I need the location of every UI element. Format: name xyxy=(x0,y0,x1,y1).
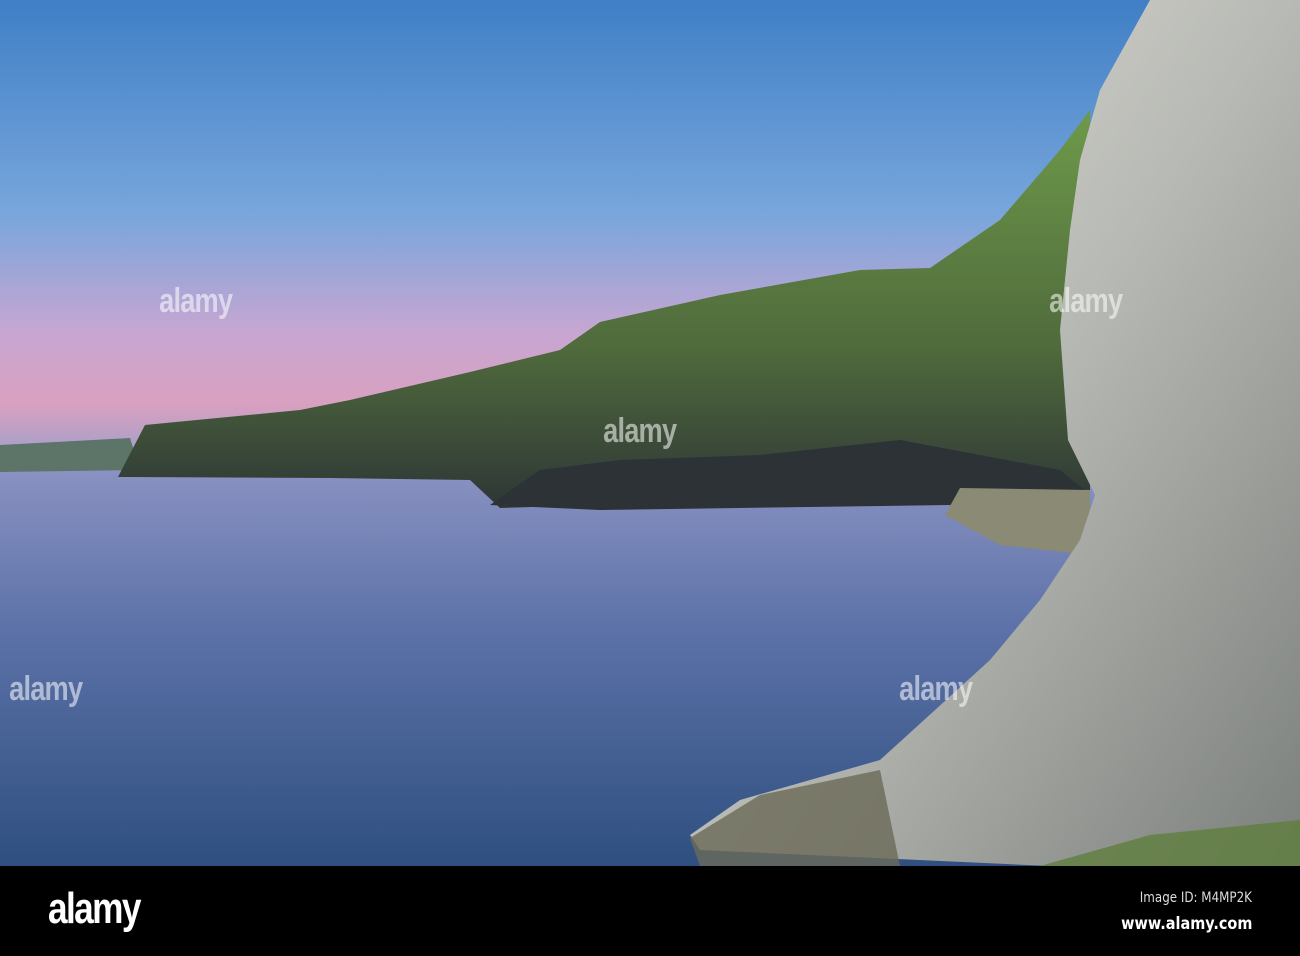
stock-photo-page: alamy alamy alamy alamy alamy alamy Imag… xyxy=(0,0,1300,956)
watermark: alamy xyxy=(899,670,973,708)
watermark: alamy xyxy=(159,282,233,320)
alamy-logo: alamy xyxy=(48,884,141,933)
watermark: alamy xyxy=(1049,282,1123,320)
watermark: alamy xyxy=(9,670,83,708)
website-link[interactable]: www.alamy.com xyxy=(1121,914,1252,934)
watermark: alamy xyxy=(603,412,677,450)
image-id: Image ID: M4MP2K xyxy=(1139,890,1252,906)
footer-bar: alamy Image ID: M4MP2K www.alamy.com xyxy=(0,866,1300,956)
